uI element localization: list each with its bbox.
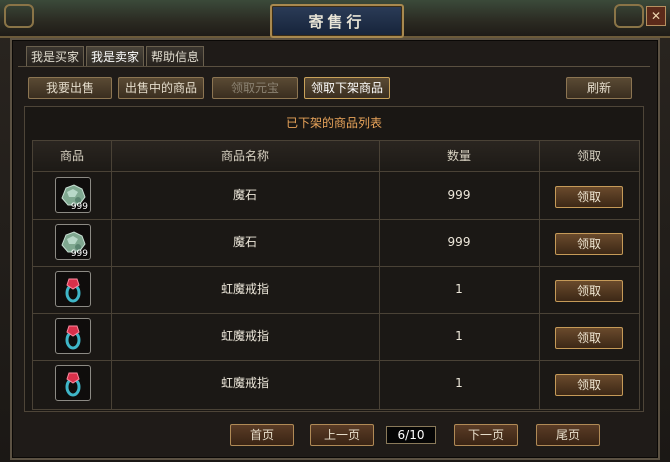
item-name: 虹魔戒指 — [220, 282, 269, 296]
ring-icon[interactable] — [55, 365, 91, 401]
first-page-button[interactable]: 首页 — [230, 424, 294, 446]
table-row: 虹魔戒指 1 领取 — [33, 266, 639, 314]
item-name: 魔石 — [232, 235, 257, 249]
item-name: 魔石 — [232, 188, 257, 202]
demon-stone-icon[interactable]: 999 — [55, 177, 91, 213]
item-quantity: 1 — [455, 329, 463, 343]
stack-count: 999 — [70, 249, 88, 259]
tab-buyer[interactable]: 我是买家 — [26, 46, 85, 67]
item-quantity: 999 — [447, 188, 471, 202]
header-name: 商品名称 — [220, 149, 269, 163]
collect-ingot-button[interactable]: 领取元宝 — [212, 77, 298, 99]
claim-button[interactable]: 领取 — [555, 374, 623, 396]
header-claim: 领取 — [576, 149, 601, 163]
tab-seller[interactable]: 我是卖家 — [86, 46, 145, 67]
ring-icon[interactable] — [55, 271, 91, 307]
item-name: 虹魔戒指 — [220, 376, 269, 390]
corner-ornament-right — [614, 4, 644, 28]
header-quantity: 数量 — [446, 149, 471, 163]
page-indicator: 6/10 — [386, 426, 436, 444]
table-row: 虹魔戒指 1 领取 — [33, 313, 639, 361]
ring-icon[interactable] — [55, 318, 91, 354]
item-quantity: 1 — [455, 282, 463, 296]
demon-stone-icon[interactable]: 999 — [55, 224, 91, 260]
item-name: 虹魔戒指 — [220, 329, 269, 343]
item-quantity: 999 — [447, 235, 471, 249]
next-page-button[interactable]: 下一页 — [454, 424, 518, 446]
refresh-button[interactable]: 刷新 — [566, 77, 632, 99]
header-item: 商品 — [59, 149, 84, 163]
close-icon[interactable]: ✕ — [646, 6, 666, 26]
table-header: 商品 商品名称 数量 领取 — [33, 141, 639, 172]
delisted-items-table: 商品 商品名称 数量 领取 999 魔石 999 领取 999 魔石 999 领… — [32, 140, 640, 410]
tab-divider — [18, 66, 650, 67]
sell-button[interactable]: 我要出售 — [28, 77, 112, 99]
item-quantity: 1 — [455, 376, 463, 390]
table-row: 虹魔戒指 1 领取 — [33, 360, 639, 407]
table-row: 999 魔石 999 领取 — [33, 172, 639, 220]
table-row: 999 魔石 999 领取 — [33, 219, 639, 267]
consignment-window: 寄售行 ✕ 我是买家 我是卖家 帮助信息 我要出售 出售中的商品 领取元宝 领取… — [0, 0, 670, 462]
claim-button[interactable]: 领取 — [555, 186, 623, 208]
claim-button[interactable]: 领取 — [555, 327, 623, 349]
claim-button[interactable]: 领取 — [555, 280, 623, 302]
collect-delisted-button[interactable]: 领取下架商品 — [304, 77, 390, 99]
prev-page-button[interactable]: 上一页 — [310, 424, 374, 446]
panel-title: 已下架的商品列表 — [285, 116, 382, 130]
on-sale-items-button[interactable]: 出售中的商品 — [118, 77, 204, 99]
last-page-button[interactable]: 尾页 — [536, 424, 600, 446]
tab-help[interactable]: 帮助信息 — [146, 46, 205, 67]
stack-count: 999 — [70, 202, 88, 212]
corner-ornament-left — [4, 4, 34, 28]
claim-button[interactable]: 领取 — [555, 233, 623, 255]
window-title: 寄售行 — [270, 4, 404, 38]
